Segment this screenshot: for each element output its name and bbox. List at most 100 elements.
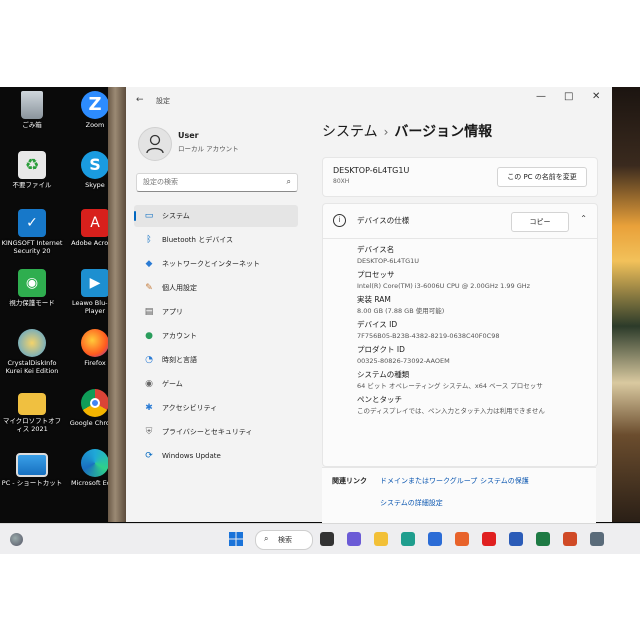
zoom-icon: Z — [81, 91, 109, 119]
spec-value: 64 ビット オペレーティング システム、x64 ベース プロセッサ — [357, 382, 543, 390]
settings-icon[interactable] — [590, 532, 604, 546]
sidebar-item-6[interactable]: ◔ 時刻と言語 — [134, 349, 298, 371]
user-account-type: ローカル アカウント — [178, 145, 239, 153]
sidebar-item-label: アプリ — [162, 308, 183, 316]
search-icon[interactable]: ⌕ — [287, 177, 291, 187]
kingsoft-icon: ✓ — [18, 209, 46, 237]
explorer-icon[interactable] — [374, 532, 388, 546]
advanced-system-settings-link[interactable]: システムの詳細設定 — [380, 498, 443, 508]
spec-value: Intel(R) Core(TM) i3-6006U CPU @ 2.00GHz… — [357, 282, 531, 290]
windows-start-icon[interactable] — [229, 532, 243, 546]
youtube-icon[interactable] — [482, 532, 496, 546]
sidebar-item-4[interactable]: ▤ アプリ — [134, 301, 298, 323]
apps-icon: ▤ — [144, 307, 154, 317]
edge-icon[interactable] — [401, 532, 415, 546]
copy-button[interactable]: コピー — [511, 212, 569, 232]
sidebar-item-label: システム — [162, 212, 190, 220]
sidebar-item-label: 時刻と言語 — [162, 356, 197, 364]
spec-list: デバイス名 DESKTOP-6L4TG1U プロセッサ Intel(R) Core(T… — [357, 244, 587, 419]
domain-workgroup-link[interactable]: ドメインまたはワークグループ — [380, 476, 477, 486]
device-specs-header[interactable]: i デバイスの仕様 コピー ⌃ — [323, 204, 597, 239]
sidebar-item-9[interactable]: ⛨ プライバシーとセキュリティ — [134, 421, 298, 443]
system-icon: ▭ — [144, 211, 154, 221]
widgets-icon[interactable] — [10, 533, 23, 546]
account-icon: ● — [145, 331, 153, 341]
chat-icon[interactable] — [347, 532, 361, 546]
sidebar-item-10[interactable]: ⟳ Windows Update — [134, 445, 298, 467]
user-name: User — [178, 131, 199, 140]
desktop-icon-crystaldiskinfo[interactable]: CrystalDiskInfo Kurei Kei Edition — [0, 329, 64, 375]
desktop-screen: ごみ箱 Z Zoom ♻ 不要ファイル S Skype ✓ KINGSOFT I… — [0, 87, 640, 553]
taskview-icon[interactable] — [320, 532, 334, 546]
acrobat-icon: A — [81, 209, 109, 237]
sidebar-item-2[interactable]: ◆ ネットワークとインターネット — [134, 253, 298, 275]
page-title: システム › バージョン情報 — [322, 121, 492, 141]
spec-row: デバイス ID 7F756B05-B23B-4382-8219-0638C40F0… — [357, 319, 587, 342]
sidebar-item-0[interactable]: ▭ システム — [134, 205, 298, 227]
spec-row: プロセッサ Intel(R) Core(TM) i3-6006U CPU @ 2.… — [357, 269, 587, 292]
related-links-label: 関連リンク — [332, 477, 367, 485]
device-card: DESKTOP-6L4TG1U 80XH この PC の名前を変更 — [322, 157, 598, 197]
spec-label: ペンとタッチ — [357, 395, 402, 404]
spec-value: DESKTOP-6L4TG1U — [357, 257, 419, 265]
spec-value: 00325-80826-73092-AAOEM — [357, 357, 450, 365]
taskbar-search[interactable]: ⌕ 検索 — [255, 530, 313, 550]
device-specs-title: デバイスの仕様 — [357, 216, 410, 225]
breadcrumb-parent[interactable]: システム — [322, 124, 378, 140]
word-icon[interactable] — [509, 532, 523, 546]
avatar[interactable] — [138, 127, 172, 161]
shield-icon: ⛨ — [145, 427, 153, 437]
sidebar-item-1[interactable]: ᛒ Bluetooth とデバイス — [134, 229, 298, 251]
skype-icon: S — [81, 151, 109, 179]
store-icon[interactable] — [428, 532, 442, 546]
spec-label: プロダクト ID — [357, 345, 405, 354]
accessibility-icon: ✱ — [145, 403, 153, 413]
taskbar-search-label: 検索 — [278, 536, 292, 544]
settings-search[interactable]: ⌕ — [136, 173, 298, 192]
excel-icon[interactable] — [536, 532, 550, 546]
sidebar-item-8[interactable]: ✱ アクセシビリティ — [134, 397, 298, 419]
minimize-button[interactable]: — — [536, 91, 546, 102]
desktop-icon-kingsoft[interactable]: ✓ KINGSOFT Internet Security 20 — [0, 209, 64, 255]
wifi-icon: ◆ — [145, 259, 153, 269]
window-title: 設定 — [156, 97, 170, 105]
sidebar-item-5[interactable]: ● アカウント — [134, 325, 298, 347]
monitor-icon — [16, 453, 48, 477]
chrome-icon — [81, 389, 109, 417]
brush-icon: ✎ — [145, 283, 153, 293]
system-protection-link[interactable]: システムの保護 — [480, 476, 529, 486]
recycle-bin-icon — [21, 91, 43, 119]
spec-label: システムの種類 — [357, 370, 410, 379]
taskbar: ⌕ 検索 — [0, 523, 640, 554]
desktop-icon-eye-mode[interactable]: ◉ 視力保護モード — [0, 269, 64, 307]
desktop-icon-office-folder[interactable]: マイクロソフトオフィス 2021 — [0, 389, 64, 433]
edge-icon — [81, 449, 109, 477]
back-arrow-icon[interactable]: ← — [136, 95, 144, 105]
leawo-icon: ▶ — [81, 269, 109, 297]
device-model: 80XH — [333, 178, 350, 185]
sidebar-item-label: プライバシーとセキュリティ — [162, 428, 253, 436]
spec-value: 8.00 GB (7.88 GB 使用可能) — [357, 307, 445, 315]
crystaldisk-icon — [18, 329, 46, 357]
device-name: DESKTOP-6L4TG1U — [333, 166, 410, 175]
firefox-icon[interactable] — [455, 532, 469, 546]
clock-globe-icon: ◔ — [145, 355, 153, 365]
spec-value: このディスプレイでは、ペン入力とタッチ入力は利用できません — [357, 407, 545, 415]
sidebar-item-3[interactable]: ✎ 個人用設定 — [134, 277, 298, 299]
powerpoint-icon[interactable] — [563, 532, 577, 546]
rename-pc-button[interactable]: この PC の名前を変更 — [497, 167, 587, 187]
close-button[interactable]: ✕ — [592, 91, 600, 102]
title-bar: ← 設定 — □ ✕ — [126, 87, 612, 115]
desktop-icon-recycle-bin[interactable]: ごみ箱 — [0, 91, 64, 129]
wallpaper-photo — [612, 87, 640, 522]
sidebar-item-7[interactable]: ◉ ゲーム — [134, 373, 298, 395]
chevron-up-icon[interactable]: ⌃ — [580, 214, 587, 223]
maximize-button[interactable]: □ — [564, 91, 573, 102]
desktop-icon-pc-shortcut[interactable]: PC - ショートカット — [0, 449, 64, 487]
desktop-icon-junk-files[interactable]: ♻ 不要ファイル — [0, 151, 64, 189]
sidebar-nav: ▭ システム ᛒ Bluetooth とデバイス ◆ ネットワークとインターネット ✎ 個人用… — [134, 205, 298, 469]
spec-label: 実装 RAM — [357, 295, 391, 304]
spec-row: システムの種類 64 ビット オペレーティング システム、x64 ベース プロセッ… — [357, 369, 587, 392]
search-input[interactable] — [143, 176, 273, 188]
sidebar-item-label: Bluetooth とデバイス — [162, 236, 233, 244]
